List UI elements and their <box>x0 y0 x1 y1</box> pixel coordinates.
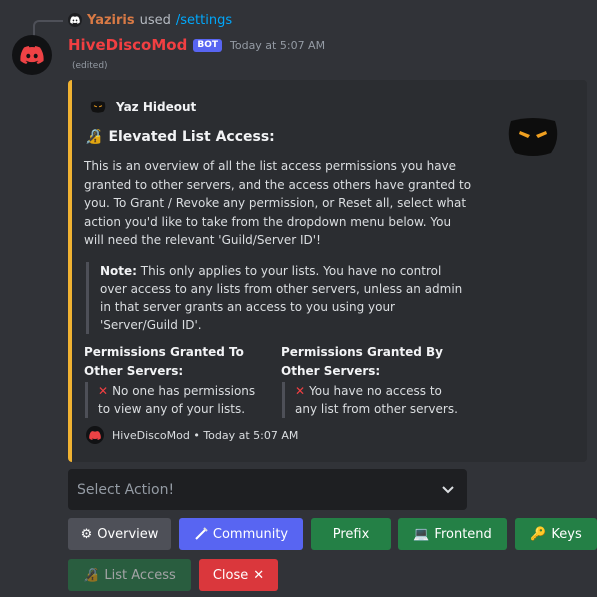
close-icon: ✕ <box>253 567 265 583</box>
message-header: HiveDiscoMod BOT Today at 5:07 AM <box>68 35 325 55</box>
prefix-button[interactable]: Prefix <box>311 518 391 550</box>
field-value-text: You have no access to any list from othe… <box>295 384 458 416</box>
embed-footer: HiveDiscoMod • Today at 5:07 AM <box>86 426 298 444</box>
frontend-button[interactable]: 💻 Frontend <box>398 518 507 550</box>
edited-label: (edited) <box>72 61 108 71</box>
message-timestamp: Today at 5:07 AM <box>230 38 326 52</box>
embed-title: 🔏 Elevated List Access: <box>85 129 275 145</box>
note-label: Note: <box>100 264 137 278</box>
embed-fields: Permissions Granted To Other Servers: ✕ N… <box>84 343 466 418</box>
prefix-button-label: Prefix <box>332 526 370 542</box>
embed-author-name: Yaz Hideout <box>116 100 197 114</box>
reply-verb: used <box>139 12 171 28</box>
laptop-icon: 💻 <box>413 526 430 542</box>
footer-avatar-icon <box>86 426 104 444</box>
field-value: ✕ No one has permissions to view any of y… <box>85 382 269 418</box>
embed-card: Yaz Hideout 🔏 Elevated List Access: This… <box>68 80 587 462</box>
cross-mark-icon: ✕ <box>295 384 306 398</box>
list-access-button[interactable]: 🔏 List Access <box>68 559 191 591</box>
embed-note: Note: This only applies to your lists. Y… <box>86 262 470 334</box>
footer-text: HiveDiscoMod • Today at 5:07 AM <box>112 428 299 442</box>
chevron-down-icon <box>442 485 454 493</box>
frontend-button-label: Frontend <box>434 526 492 542</box>
discord-logo-icon <box>20 46 44 64</box>
bot-avatar[interactable] <box>12 35 52 75</box>
keys-button-label: Keys <box>551 526 582 542</box>
select-placeholder: Select Action! <box>77 481 175 498</box>
overview-button-label: Overview <box>97 526 159 542</box>
field-name: Permissions Granted By Other Servers: <box>281 345 443 378</box>
reply-header[interactable]: Yaziris used /settings <box>68 12 232 28</box>
embed-author: Yaz Hideout <box>90 99 196 115</box>
embed-title-text: Elevated List Access: <box>108 129 275 145</box>
username[interactable]: HiveDiscoMod <box>68 36 187 54</box>
action-select[interactable]: Select Action! <box>68 469 467 510</box>
masked-face-thumbnail-icon <box>508 118 558 156</box>
field-value-text: No one has permissions to view any of yo… <box>98 384 256 416</box>
bot-tag: BOT <box>193 38 222 52</box>
server-icon <box>90 99 106 115</box>
close-button-label: Close <box>212 567 249 583</box>
embed-description: This is an overview of all the list acce… <box>84 159 472 247</box>
community-button-label: Community <box>212 526 289 542</box>
reply-user[interactable]: Yaziris <box>87 13 135 28</box>
lock-icon: 🔏 <box>83 567 100 583</box>
cross-mark-icon: ✕ <box>98 384 109 398</box>
note-text: This only applies to your lists. You hav… <box>100 264 463 332</box>
community-button[interactable]: Community <box>179 518 303 550</box>
wand-icon <box>195 527 208 540</box>
field-value: ✕ You have no access to any list from oth… <box>282 382 466 418</box>
lock-icon: 🔏 <box>85 129 103 145</box>
key-icon: 🔑 <box>530 526 547 542</box>
field-name: Permissions Granted To Other Servers: <box>84 345 244 378</box>
close-button[interactable]: Close ✕ <box>199 559 278 591</box>
reply-command[interactable]: /settings <box>176 13 232 28</box>
list-access-button-label: List Access <box>104 567 176 583</box>
keys-button[interactable]: 🔑 Keys <box>515 518 597 550</box>
gear-icon: ⚙ <box>80 526 93 542</box>
overview-button[interactable]: ⚙ Overview <box>68 518 171 550</box>
embed-field: Permissions Granted By Other Servers: ✕ Y… <box>281 343 466 418</box>
discord-avatar-icon <box>68 13 82 27</box>
embed-field: Permissions Granted To Other Servers: ✕ N… <box>84 343 269 418</box>
